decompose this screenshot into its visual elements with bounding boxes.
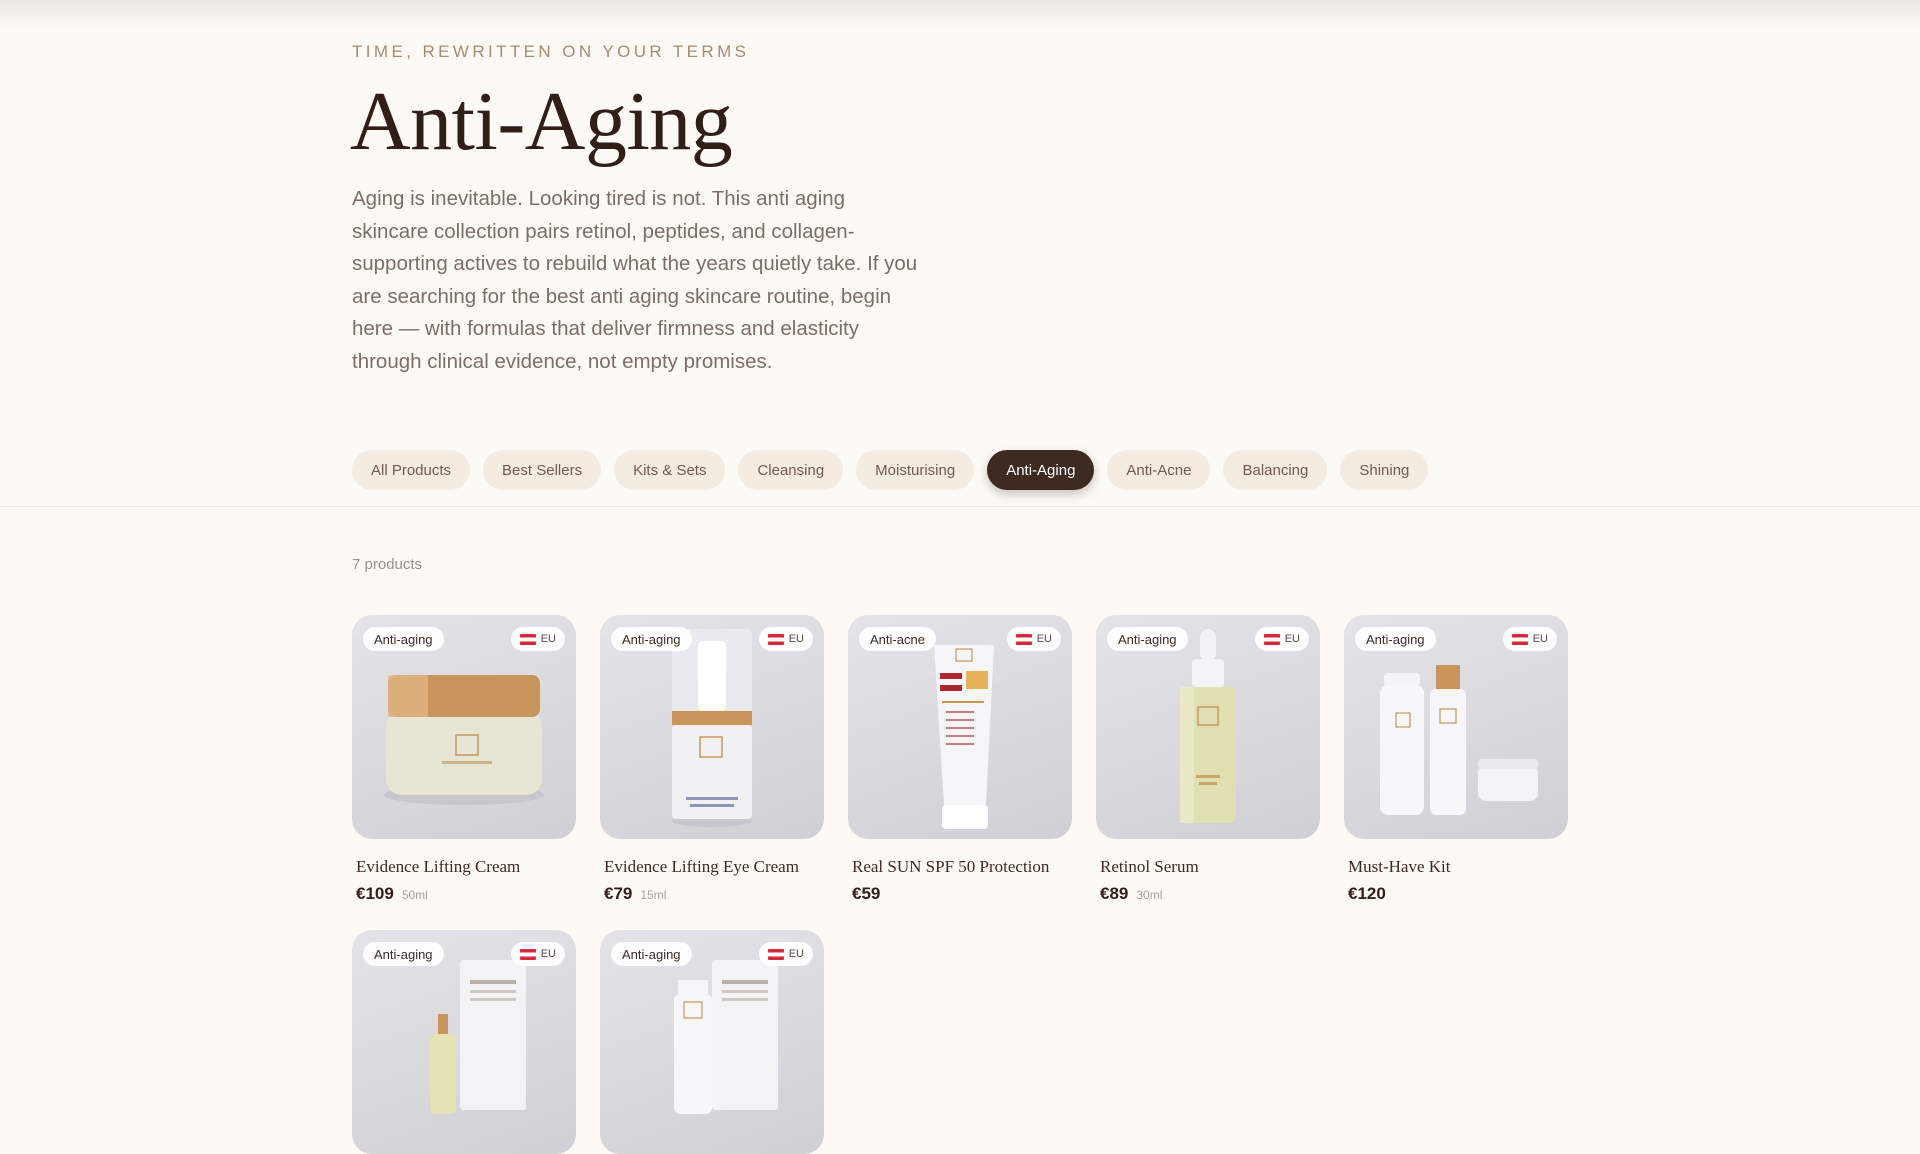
region-badge: EU <box>1006 627 1061 651</box>
product-size: 50ml <box>401 888 428 902</box>
region-label: EU <box>1036 633 1052 645</box>
filter-balancing[interactable]: Balancing <box>1223 450 1328 490</box>
product-card[interactable]: Anti-acne EU Real SUN SPF 50 Protection … <box>848 615 1072 904</box>
section-divider <box>0 506 1920 507</box>
region-label: EU <box>1284 633 1300 645</box>
product-image[interactable]: Anti-aging EU <box>600 930 824 1154</box>
product-card[interactable]: Anti-aging EU Evidence Lifting Cream €10… <box>352 615 576 904</box>
price-row: €79 15ml <box>604 884 824 904</box>
header-shadow <box>0 0 1920 30</box>
category-badge: Anti-aging <box>363 942 444 966</box>
product-size: 30ml <box>1136 888 1163 902</box>
austria-flag-icon <box>1511 633 1528 645</box>
filter-cleansing[interactable]: Cleansing <box>738 450 844 490</box>
region-label: EU <box>540 948 556 960</box>
hero-intro: Aging is inevitable. Looking tired is no… <box>352 187 918 373</box>
filter-anti-acne[interactable]: Anti-Acne <box>1107 450 1211 490</box>
category-badge: Anti-acne <box>859 627 936 651</box>
product-price: €109 <box>356 884 394 903</box>
product-name[interactable]: Must-Have Kit <box>1348 857 1568 877</box>
austria-flag-icon <box>767 948 784 960</box>
product-price: €120 <box>1348 884 1386 903</box>
region-badge: EU <box>510 942 565 966</box>
austria-flag-icon <box>1015 633 1032 645</box>
category-badge: Anti-aging <box>1355 627 1436 651</box>
product-card[interactable]: Anti-aging EU <box>352 930 576 1154</box>
product-image[interactable]: Anti-acne EU <box>848 615 1072 839</box>
product-card[interactable]: Anti-aging EU Retinol Serum €89 30ml <box>1096 615 1320 904</box>
region-badge: EU <box>758 627 813 651</box>
product-name[interactable]: Retinol Serum <box>1100 857 1320 877</box>
product-price: €89 <box>1100 884 1129 903</box>
region-label: EU <box>788 633 804 645</box>
category-badge: Anti-aging <box>611 627 692 651</box>
product-image[interactable]: Anti-aging EU <box>1344 615 1568 839</box>
austria-flag-icon <box>519 948 536 960</box>
page-title: Anti-Aging <box>350 75 733 168</box>
price-row: €89 30ml <box>1100 884 1320 904</box>
product-price: €79 <box>604 884 633 903</box>
product-card[interactable]: Anti-aging EU Must-Have Kit €120 <box>1344 615 1568 904</box>
region-badge: EU <box>1254 627 1309 651</box>
hero-eyebrow: TIME, REWRITTEN ON YOUR TERMS <box>352 42 750 61</box>
region-label: EU <box>540 633 556 645</box>
product-image[interactable]: Anti-aging EU <box>600 615 824 839</box>
filter-moisturising[interactable]: Moisturising <box>856 450 975 490</box>
filter-kits-sets[interactable]: Kits & Sets <box>614 450 726 490</box>
product-name[interactable]: Evidence Lifting Cream <box>356 857 576 877</box>
region-badge: EU <box>1502 627 1557 651</box>
product-count: 7 products <box>352 556 423 573</box>
category-filter-bar: All Products Best Sellers Kits & Sets Cl… <box>352 450 1429 490</box>
austria-flag-icon <box>767 633 784 645</box>
filter-best-sellers[interactable]: Best Sellers <box>483 450 602 490</box>
price-row: €59 <box>852 884 1072 904</box>
region-badge: EU <box>758 942 813 966</box>
product-image[interactable]: Anti-aging EU <box>352 615 576 839</box>
category-badge: Anti-aging <box>1107 627 1188 651</box>
region-label: EU <box>788 948 804 960</box>
category-badge: Anti-aging <box>611 942 692 966</box>
price-row: €109 50ml <box>356 884 576 904</box>
filter-anti-aging[interactable]: Anti-Aging <box>987 450 1095 490</box>
product-price: €59 <box>852 884 881 903</box>
category-badge: Anti-aging <box>363 627 444 651</box>
product-card[interactable]: Anti-aging EU Evidence Lifting Eye Cream… <box>600 615 824 904</box>
austria-flag-icon <box>1263 633 1280 645</box>
page: TIME, REWRITTEN ON YOUR TERMS Anti-Aging… <box>0 0 1920 1154</box>
product-card[interactable]: Anti-aging EU <box>600 930 824 1154</box>
product-name[interactable]: Real SUN SPF 50 Protection <box>852 857 1072 877</box>
region-label: EU <box>1532 633 1548 645</box>
price-row: €120 <box>1348 884 1568 904</box>
filter-shining[interactable]: Shining <box>1340 450 1429 490</box>
austria-flag-icon <box>519 633 536 645</box>
region-badge: EU <box>510 627 565 651</box>
product-image[interactable]: Anti-aging EU <box>1096 615 1320 839</box>
product-name[interactable]: Evidence Lifting Eye Cream <box>604 857 824 877</box>
filter-all-products[interactable]: All Products <box>352 450 471 490</box>
product-size: 15ml <box>640 888 667 902</box>
product-image[interactable]: Anti-aging EU <box>352 930 576 1154</box>
